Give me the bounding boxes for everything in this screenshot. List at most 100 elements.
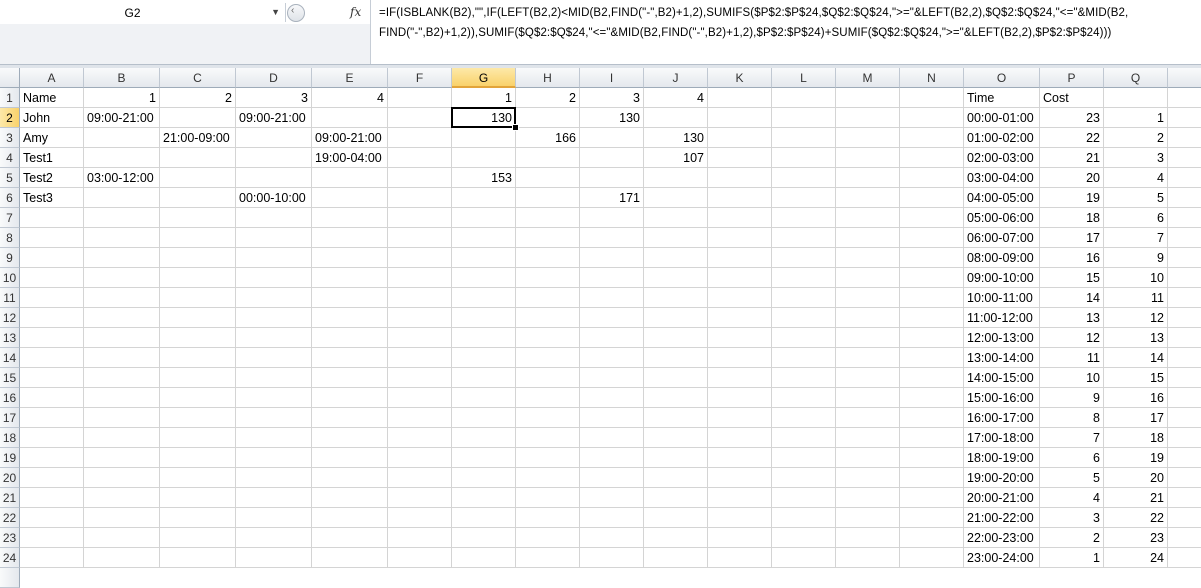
cell-m21[interactable] bbox=[836, 488, 900, 508]
cell-h3[interactable]: 166 bbox=[516, 128, 580, 148]
column-header-d[interactable]: D bbox=[236, 68, 312, 88]
row-header-3[interactable]: 3 bbox=[0, 128, 20, 148]
cell-b5[interactable]: 03:00-12:00 bbox=[84, 168, 160, 188]
cell-c12[interactable] bbox=[160, 308, 236, 328]
cell-i20[interactable] bbox=[580, 468, 644, 488]
cell-j1[interactable]: 4 bbox=[644, 88, 708, 108]
cell-k17[interactable] bbox=[708, 408, 772, 428]
cell-a9[interactable] bbox=[20, 248, 84, 268]
cell-d18[interactable] bbox=[236, 428, 312, 448]
cell-b14[interactable] bbox=[84, 348, 160, 368]
cell-f8[interactable] bbox=[388, 228, 452, 248]
cell-p15[interactable]: 10 bbox=[1040, 368, 1104, 388]
cell-c21[interactable] bbox=[160, 488, 236, 508]
cell-i12[interactable] bbox=[580, 308, 644, 328]
cell-r6[interactable] bbox=[1168, 188, 1201, 208]
column-header-q[interactable]: Q bbox=[1104, 68, 1168, 88]
column-header-i[interactable]: I bbox=[580, 68, 644, 88]
cell-i16[interactable] bbox=[580, 388, 644, 408]
cell-o7[interactable]: 05:00-06:00 bbox=[964, 208, 1040, 228]
cell-g2[interactable]: 130 bbox=[452, 108, 516, 128]
cell-n21[interactable] bbox=[900, 488, 964, 508]
cell-g9[interactable] bbox=[452, 248, 516, 268]
cell-l4[interactable] bbox=[772, 148, 836, 168]
cell-o16[interactable]: 15:00-16:00 bbox=[964, 388, 1040, 408]
cell-f16[interactable] bbox=[388, 388, 452, 408]
cell-g8[interactable] bbox=[452, 228, 516, 248]
cell-e20[interactable] bbox=[312, 468, 388, 488]
cell-i14[interactable] bbox=[580, 348, 644, 368]
cell-j2[interactable] bbox=[644, 108, 708, 128]
cell-e8[interactable] bbox=[312, 228, 388, 248]
cell-m16[interactable] bbox=[836, 388, 900, 408]
cell-c15[interactable] bbox=[160, 368, 236, 388]
cell-m6[interactable] bbox=[836, 188, 900, 208]
cell-f12[interactable] bbox=[388, 308, 452, 328]
cell-a8[interactable] bbox=[20, 228, 84, 248]
cell-r15[interactable] bbox=[1168, 368, 1201, 388]
cell-f6[interactable] bbox=[388, 188, 452, 208]
column-header-h[interactable]: H bbox=[516, 68, 580, 88]
cell-k11[interactable] bbox=[708, 288, 772, 308]
cell-f20[interactable] bbox=[388, 468, 452, 488]
cell-n2[interactable] bbox=[900, 108, 964, 128]
cell-f5[interactable] bbox=[388, 168, 452, 188]
cell-n13[interactable] bbox=[900, 328, 964, 348]
cell-d12[interactable] bbox=[236, 308, 312, 328]
cell-k10[interactable] bbox=[708, 268, 772, 288]
cell-r16[interactable] bbox=[1168, 388, 1201, 408]
cell-p6[interactable]: 19 bbox=[1040, 188, 1104, 208]
cell-q11[interactable]: 11 bbox=[1104, 288, 1168, 308]
cell-o22[interactable]: 21:00-22:00 bbox=[964, 508, 1040, 528]
cell-r24[interactable] bbox=[1168, 548, 1201, 568]
cell-l18[interactable] bbox=[772, 428, 836, 448]
cell-f21[interactable] bbox=[388, 488, 452, 508]
cell-n18[interactable] bbox=[900, 428, 964, 448]
cell-o3[interactable]: 01:00-02:00 bbox=[964, 128, 1040, 148]
cell-c9[interactable] bbox=[160, 248, 236, 268]
cell-h4[interactable] bbox=[516, 148, 580, 168]
cell-a12[interactable] bbox=[20, 308, 84, 328]
cell-l17[interactable] bbox=[772, 408, 836, 428]
cell-h5[interactable] bbox=[516, 168, 580, 188]
cell-g21[interactable] bbox=[452, 488, 516, 508]
cell-q19[interactable]: 19 bbox=[1104, 448, 1168, 468]
cell-b15[interactable] bbox=[84, 368, 160, 388]
cell-l23[interactable] bbox=[772, 528, 836, 548]
cell-g4[interactable] bbox=[452, 148, 516, 168]
insert-function-icon[interactable]: fx bbox=[350, 5, 361, 19]
column-header-f[interactable]: F bbox=[388, 68, 452, 88]
cell-p7[interactable]: 18 bbox=[1040, 208, 1104, 228]
cell-b18[interactable] bbox=[84, 428, 160, 448]
column-header-l[interactable]: L bbox=[772, 68, 836, 88]
cell-j22[interactable] bbox=[644, 508, 708, 528]
cell-q14[interactable]: 14 bbox=[1104, 348, 1168, 368]
cell-q7[interactable]: 6 bbox=[1104, 208, 1168, 228]
cell-a20[interactable] bbox=[20, 468, 84, 488]
cell-g18[interactable] bbox=[452, 428, 516, 448]
cell-c1[interactable]: 2 bbox=[160, 88, 236, 108]
cell-r13[interactable] bbox=[1168, 328, 1201, 348]
cell-a16[interactable] bbox=[20, 388, 84, 408]
cell-n6[interactable] bbox=[900, 188, 964, 208]
cell-c2[interactable] bbox=[160, 108, 236, 128]
row-header-20[interactable]: 20 bbox=[0, 468, 20, 488]
row-header-2[interactable]: 2 bbox=[0, 108, 20, 128]
cell-g1[interactable]: 1 bbox=[452, 88, 516, 108]
cell-q9[interactable]: 9 bbox=[1104, 248, 1168, 268]
cell-h22[interactable] bbox=[516, 508, 580, 528]
cell-g17[interactable] bbox=[452, 408, 516, 428]
cell-n19[interactable] bbox=[900, 448, 964, 468]
cell-p11[interactable]: 14 bbox=[1040, 288, 1104, 308]
cell-b17[interactable] bbox=[84, 408, 160, 428]
cell-d1[interactable]: 3 bbox=[236, 88, 312, 108]
cell-b21[interactable] bbox=[84, 488, 160, 508]
cell-g24[interactable] bbox=[452, 548, 516, 568]
cell-m15[interactable] bbox=[836, 368, 900, 388]
row-header-4[interactable]: 4 bbox=[0, 148, 20, 168]
cell-o12[interactable]: 11:00-12:00 bbox=[964, 308, 1040, 328]
row-header-7[interactable]: 7 bbox=[0, 208, 20, 228]
cell-b6[interactable] bbox=[84, 188, 160, 208]
cell-c13[interactable] bbox=[160, 328, 236, 348]
cell-r17[interactable] bbox=[1168, 408, 1201, 428]
